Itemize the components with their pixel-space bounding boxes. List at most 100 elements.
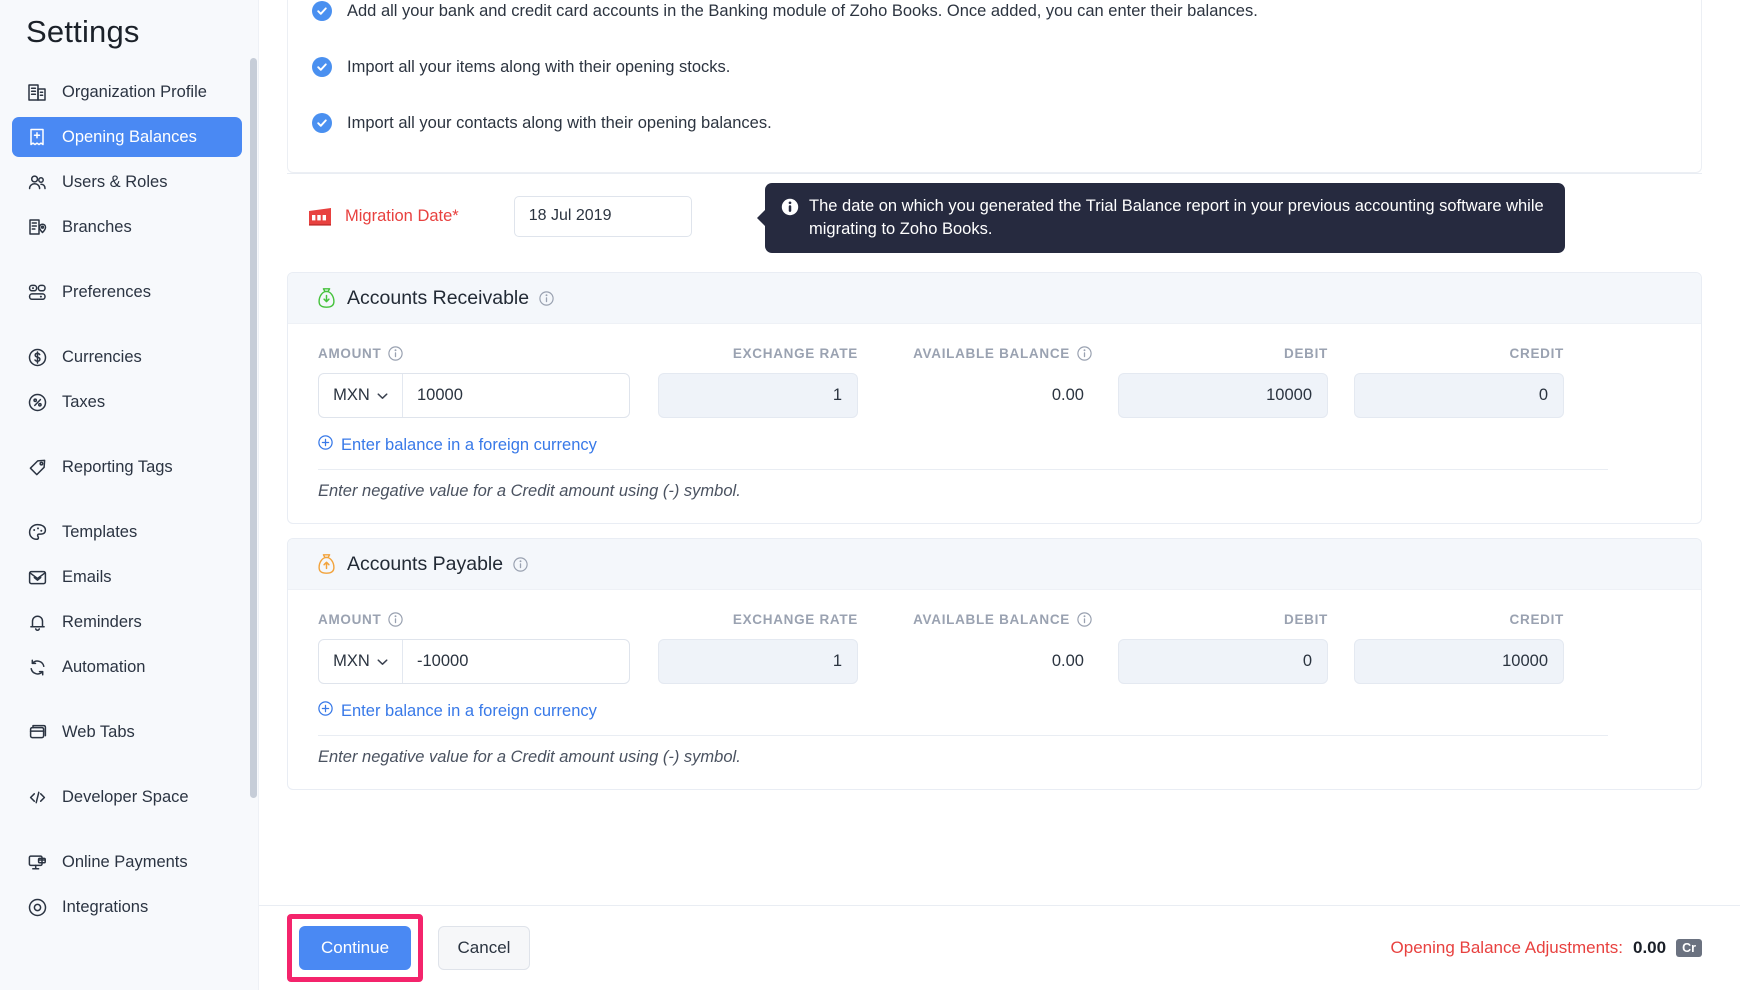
column-header-credit: CREDIT — [1509, 346, 1564, 361]
info-icon[interactable] — [388, 612, 404, 627]
amount-input-group: MXN 10000 — [318, 373, 630, 418]
exchange-rate-input[interactable]: 1 — [658, 639, 858, 684]
amount-input[interactable]: -10000 — [403, 640, 629, 683]
amount-cell: MXN -10000 — [318, 639, 630, 684]
column-header-exchange-rate: EXCHANGE RATE — [732, 346, 858, 361]
available-balance-cell: 0.00 — [902, 373, 1092, 418]
settings-page: Settings Organization Profile Opening Bal… — [0, 0, 1740, 990]
sidebar-item-label: Reminders — [62, 612, 142, 631]
column-header-amount: AMOUNT — [318, 612, 630, 627]
sidebar-item-currencies[interactable]: Currencies — [12, 337, 242, 377]
credit-cell: 0 — [1354, 373, 1564, 418]
sidebar-item-label: Preferences — [62, 282, 151, 301]
credit-input[interactable]: 10000 — [1354, 639, 1564, 684]
scroll-area: Add all your bank and credit card accoun… — [259, 0, 1740, 905]
sidebar-item-label: Taxes — [62, 392, 106, 411]
branch-location-icon — [26, 216, 48, 238]
amount-cell: MXN 10000 — [318, 373, 630, 418]
checklist-item: Add all your bank and credit card accoun… — [288, 0, 1701, 34]
sidebar-item-label: Online Payments — [62, 852, 188, 871]
percent-circle-icon — [26, 391, 48, 413]
column-header-exchange-rate: EXCHANGE RATE — [732, 612, 858, 627]
sidebar-item-reminders[interactable]: Reminders — [12, 602, 242, 642]
sidebar-item-label: Integrations — [62, 897, 149, 916]
account-value-row: MXN -10000 1 0.00 0 10000 — [318, 639, 1661, 684]
info-icon[interactable] — [1077, 612, 1092, 627]
page-title: Settings — [26, 14, 140, 49]
currency-select-value: MXN — [333, 386, 370, 404]
info-icon[interactable] — [388, 346, 404, 361]
checklist-item: Import all your items along with their o… — [288, 56, 1701, 90]
column-header-credit: CREDIT — [1509, 612, 1564, 627]
sidebar-item-emails[interactable]: Emails — [12, 557, 242, 597]
info-icon[interactable] — [513, 556, 528, 572]
receipt-plus-icon — [26, 126, 48, 148]
sidebar-item-preferences[interactable]: Preferences — [12, 272, 242, 312]
bell-icon — [26, 611, 48, 633]
sidebar-item-label: Web Tabs — [62, 722, 135, 741]
continue-button[interactable]: Continue — [299, 926, 411, 970]
credit-value: 0 — [1538, 386, 1548, 404]
account-section-title: Accounts Payable — [347, 552, 504, 575]
check-circle-icon — [312, 113, 332, 133]
sidebar: Settings Organization Profile Opening Bal… — [0, 0, 258, 990]
money-bag-out-icon — [316, 553, 337, 575]
info-icon[interactable] — [1077, 346, 1092, 361]
amount-input-value: -10000 — [417, 652, 469, 670]
sidebar-item-label: Branches — [62, 217, 132, 236]
checklist-item: Import all your contacts along with thei… — [288, 112, 1701, 146]
credit-cell: 10000 — [1354, 639, 1564, 684]
panel-wrap: Add all your bank and credit card accoun… — [259, 0, 1740, 790]
sidebar-item-automation[interactable]: Automation — [12, 647, 242, 687]
debit-input[interactable]: 0 — [1118, 639, 1328, 684]
sidebar-item-integrations[interactable]: Integrations — [12, 887, 242, 927]
sidebar-item-branches[interactable]: Branches — [12, 207, 242, 247]
checklist-item-text: Import all your contacts along with thei… — [347, 114, 772, 132]
exchange-rate-input[interactable]: 1 — [658, 373, 858, 418]
cancel-button[interactable]: Cancel — [438, 926, 530, 970]
sidebar-item-developer-space[interactable]: Developer Space — [12, 777, 242, 817]
amount-input[interactable]: 10000 — [403, 374, 629, 417]
tooltip-text: The date on which you generated the Tria… — [809, 197, 1544, 238]
sidebar-item-users-roles[interactable]: Users & Roles — [12, 162, 242, 202]
sidebar-item-label: Users & Roles — [62, 172, 168, 191]
migration-date-label: Migration Date* — [345, 206, 459, 225]
exchange-rate-value: 1 — [832, 652, 842, 670]
sidebar-item-reporting-tags[interactable]: Reporting Tags — [12, 447, 242, 487]
sidebar-item-opening-balances[interactable]: Opening Balances — [12, 117, 242, 157]
credit-input[interactable]: 0 — [1354, 373, 1564, 418]
migration-date-input[interactable]: 18 Jul 2019 — [513, 195, 692, 237]
available-balance-value: 0.00 — [1051, 652, 1084, 670]
negative-value-hint: Enter negative value for a Credit amount… — [318, 482, 741, 500]
money-bag-in-icon — [316, 287, 337, 309]
foreign-currency-link[interactable]: Enter balance in a foreign currency — [318, 435, 597, 455]
account-section-header: Accounts Receivable — [288, 273, 1701, 324]
column-header-available-balance-label: AVAILABLE BALANCE — [913, 346, 1070, 361]
sidebar-item-taxes[interactable]: Taxes — [12, 382, 242, 422]
migration-date-row: Migration Date* 18 Jul 2019 The date on … — [287, 174, 1702, 258]
currency-select[interactable]: MXN — [319, 374, 403, 417]
account-sections: Accounts Receivable AMOUNT EXCHANGE RATE AV… — [287, 272, 1702, 790]
sidebar-item-templates[interactable]: Templates — [12, 512, 242, 552]
account-section-title: Accounts Receivable — [347, 286, 530, 309]
sidebar-scrollbar[interactable] — [250, 58, 257, 798]
available-balance-value: 0.00 — [1051, 386, 1084, 404]
foreign-currency-link[interactable]: Enter balance in a foreign currency — [318, 701, 597, 721]
sidebar-item-web-tabs[interactable]: Web Tabs — [12, 712, 242, 752]
amount-input-group: MXN -10000 — [318, 639, 630, 684]
sidebar-item-organization-profile[interactable]: Organization Profile — [12, 72, 242, 112]
code-icon — [26, 786, 48, 808]
calendar-icon — [307, 203, 333, 229]
info-icon[interactable] — [539, 290, 554, 306]
sidebar-item-online-payments[interactable]: Online Payments — [12, 842, 242, 882]
sidebar-item-label: Organization Profile — [62, 82, 207, 101]
integrations-icon — [26, 896, 48, 918]
tag-icon — [26, 456, 48, 478]
envelope-icon — [26, 566, 48, 588]
currency-select[interactable]: MXN — [319, 640, 403, 683]
debit-input[interactable]: 10000 — [1118, 373, 1328, 418]
account-section-body: AMOUNT EXCHANGE RATE AVAILABLE BALANCE DEBI… — [288, 590, 1701, 789]
adjustments-credit-tag: Cr — [1676, 939, 1702, 957]
account-section-body: AMOUNT EXCHANGE RATE AVAILABLE BALANCE DEBI… — [288, 324, 1701, 523]
sliders-icon — [26, 281, 48, 303]
